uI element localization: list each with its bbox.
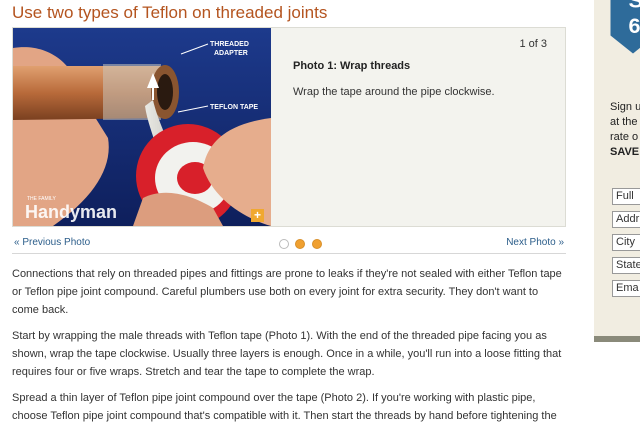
- slide-counter: 1 of 3: [519, 38, 547, 50]
- article-body: Connections that rely on threaded pipes …: [12, 265, 568, 433]
- sidebar-promo-text: Sign u at the rate o SAVE: [610, 100, 640, 160]
- email-field[interactable]: Ema: [612, 280, 640, 297]
- body-paragraph-1: Connections that rely on threaded pipes …: [12, 265, 568, 319]
- teflon-tape-label: TEFLON TAPE: [210, 104, 258, 111]
- slideshow-nav: « Previous Photo Next Photo »: [12, 233, 566, 254]
- promo-line-4: SAVE: [610, 145, 640, 160]
- sidebar-border: [594, 336, 640, 342]
- promo-line-3: rate o: [610, 130, 640, 145]
- badge-letter-1: S: [629, 0, 640, 13]
- slide-dot-3[interactable]: [312, 239, 322, 249]
- previous-photo-link[interactable]: « Previous Photo: [14, 237, 90, 248]
- slide-caption-text: Wrap the tape around the pipe clockwise.: [293, 86, 495, 98]
- brand-logo-text: Handyman: [25, 202, 117, 222]
- photo-slideshow: THREADED ADAPTER TEFLON TAPE THE FAMILY …: [12, 27, 566, 227]
- full-name-field[interactable]: Full: [612, 188, 640, 205]
- promo-line-2: at the: [610, 115, 640, 130]
- threaded-adapter-label: THREADED: [210, 41, 249, 48]
- body-paragraph-2: Start by wrapping the male threads with …: [12, 327, 568, 381]
- slide-dot-1[interactable]: [279, 239, 289, 249]
- promo-line-1: Sign u: [610, 100, 640, 115]
- next-photo-link[interactable]: Next Photo »: [506, 237, 564, 248]
- body-paragraph-3: Spread a thin layer of Teflon pipe joint…: [12, 389, 568, 425]
- expand-plus-icon[interactable]: +: [251, 209, 264, 222]
- article-title: Use two types of Teflon on threaded join…: [12, 3, 327, 23]
- shield-badge-icon: S 6: [608, 0, 640, 58]
- slide-dot-2[interactable]: [295, 239, 305, 249]
- slide-photo-image: THREADED ADAPTER TEFLON TAPE THE FAMILY …: [13, 28, 271, 226]
- badge-letter-2: 6: [629, 13, 640, 38]
- slide-photo[interactable]: THREADED ADAPTER TEFLON TAPE THE FAMILY …: [13, 28, 271, 226]
- state-field[interactable]: State: [612, 257, 640, 274]
- slide-dots: [279, 236, 324, 254]
- address-field[interactable]: Addr: [612, 211, 640, 228]
- slide-caption-title: Photo 1: Wrap threads: [293, 60, 410, 72]
- city-field[interactable]: City: [612, 234, 640, 251]
- threaded-adapter-label-2: ADAPTER: [214, 50, 248, 57]
